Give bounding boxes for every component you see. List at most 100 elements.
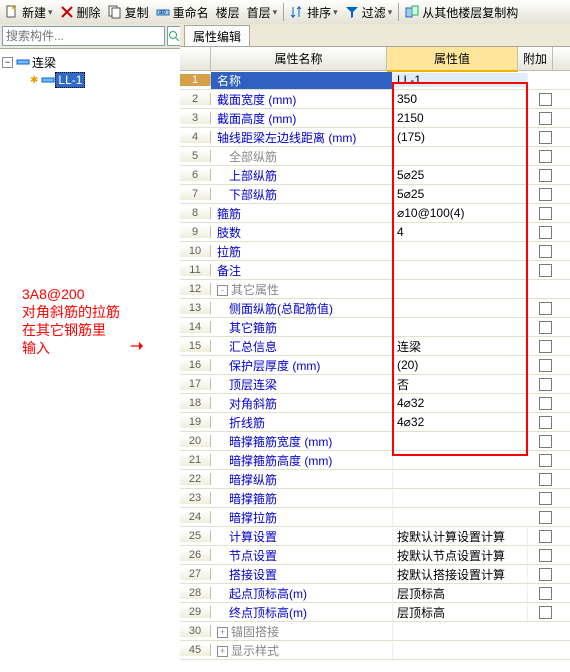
search-input[interactable] (2, 26, 165, 46)
prop-value-cell[interactable]: 5⌀25 (393, 187, 528, 201)
prop-value-cell[interactable]: 4 (393, 225, 528, 239)
prop-value-cell[interactable]: 按默认搭接设置计算 (393, 566, 528, 583)
checkbox[interactable] (539, 131, 552, 144)
checkbox[interactable] (539, 359, 552, 372)
prop-value-cell[interactable]: 4⌀32 (393, 396, 528, 410)
table-row[interactable]: 27搭接设置按默认搭接设置计算 (180, 565, 570, 584)
prop-name-cell[interactable]: 暗撑箍筋宽度 (mm) (211, 433, 393, 450)
checkbox[interactable] (539, 454, 552, 467)
checkbox[interactable] (539, 321, 552, 334)
table-row[interactable]: 8箍筋⌀10@100(4) (180, 204, 570, 223)
table-row[interactable]: 3截面高度 (mm)2150 (180, 109, 570, 128)
checkbox[interactable] (539, 397, 552, 410)
table-row[interactable]: 20暗撑箍筋宽度 (mm) (180, 432, 570, 451)
checkbox[interactable] (539, 530, 552, 543)
prop-name-cell[interactable]: 终点顶标高(m) (211, 604, 393, 621)
table-row[interactable]: 26节点设置按默认节点设置计算 (180, 546, 570, 565)
table-row[interactable]: 14其它箍筋 (180, 318, 570, 337)
floor-select[interactable]: 首层▾ (244, 3, 281, 22)
table-row[interactable]: 6上部纵筋5⌀25 (180, 166, 570, 185)
table-row[interactable]: 11备注 (180, 261, 570, 280)
prop-name-cell[interactable]: 暗撑箍筋 (211, 490, 393, 507)
checkbox[interactable] (539, 112, 552, 125)
prop-name-cell[interactable]: 下部纵筋 (211, 186, 393, 203)
prop-value-cell[interactable]: (175) (393, 130, 528, 144)
checkbox[interactable] (539, 340, 552, 353)
prop-name-cell[interactable]: 肢数 (211, 224, 393, 241)
checkbox[interactable] (539, 226, 552, 239)
table-row[interactable]: 5全部纵筋 (180, 147, 570, 166)
tree-root[interactable]: − 连梁 (2, 53, 178, 71)
prop-value-cell[interactable]: 按默认节点设置计算 (393, 547, 528, 564)
collapse-icon[interactable]: − (2, 57, 13, 68)
prop-name-cell[interactable]: 截面宽度 (mm) (211, 91, 393, 108)
grid-body[interactable]: 1名称LL-12截面宽度 (mm)3503截面高度 (mm)21504轴线距梁左… (180, 71, 570, 660)
prop-value-cell[interactable]: 层顶标高 (393, 585, 528, 602)
prop-name-cell[interactable]: 汇总信息 (211, 338, 393, 355)
prop-name-cell[interactable]: 全部纵筋 (211, 148, 393, 165)
expand-icon[interactable]: + (217, 627, 228, 638)
prop-name-cell[interactable]: 计算设置 (211, 528, 393, 545)
prop-value-cell[interactable]: 按默认计算设置计算 (393, 528, 528, 545)
checkbox[interactable] (539, 93, 552, 106)
table-row[interactable]: 9肢数4 (180, 223, 570, 242)
prop-value-cell[interactable]: ⌀10@100(4) (393, 206, 528, 220)
header-value[interactable]: 属性值 (387, 46, 518, 72)
prop-name-cell[interactable]: 其它箍筋 (211, 319, 393, 336)
tree-item[interactable]: ✱ LL-1 (2, 71, 178, 89)
checkbox[interactable] (539, 549, 552, 562)
table-row[interactable]: 25计算设置按默认计算设置计算 (180, 527, 570, 546)
checkbox[interactable] (539, 568, 552, 581)
prop-name-cell[interactable]: 拉筋 (211, 243, 393, 260)
checkbox[interactable] (539, 207, 552, 220)
prop-name-cell[interactable]: 暗撑拉筋 (211, 509, 393, 526)
checkbox[interactable] (539, 587, 552, 600)
prop-name-cell[interactable]: 名称 (211, 72, 393, 89)
prop-name-cell[interactable]: 轴线距梁左边线距离 (mm) (211, 129, 393, 146)
prop-value-cell[interactable]: 350 (393, 92, 528, 106)
checkbox[interactable] (539, 435, 552, 448)
checkbox[interactable] (539, 378, 552, 391)
table-row[interactable]: 18对角斜筋4⌀32 (180, 394, 570, 413)
table-row[interactable]: 16保护层厚度 (mm)(20) (180, 356, 570, 375)
prop-name-cell[interactable]: +显示样式 (211, 642, 393, 659)
prop-name-cell[interactable]: 暗撑纵筋 (211, 471, 393, 488)
prop-value-cell[interactable]: 5⌀25 (393, 168, 528, 182)
table-row[interactable]: 7下部纵筋5⌀25 (180, 185, 570, 204)
prop-name-cell[interactable]: 搭接设置 (211, 566, 393, 583)
new-button[interactable]: 新建▾ (2, 3, 56, 22)
prop-value-cell[interactable]: 层顶标高 (393, 604, 528, 621)
checkbox[interactable] (539, 188, 552, 201)
checkbox[interactable] (539, 150, 552, 163)
checkbox[interactable] (539, 511, 552, 524)
checkbox[interactable] (539, 606, 552, 619)
table-row[interactable]: 4轴线距梁左边线距离 (mm)(175) (180, 128, 570, 147)
table-row[interactable]: 1名称LL-1 (180, 71, 570, 90)
prop-value-cell[interactable]: 否 (393, 376, 528, 393)
sort-button[interactable]: 排序▾ (287, 3, 341, 22)
expand-icon[interactable]: + (217, 646, 228, 657)
filter-button[interactable]: 过滤▾ (342, 3, 396, 22)
table-row[interactable]: 10拉筋 (180, 242, 570, 261)
copy-from-floor-button[interactable]: 从其他楼层复制构 (402, 3, 521, 22)
table-row[interactable]: 29终点顶标高(m)层顶标高 (180, 603, 570, 622)
prop-name-cell[interactable]: 节点设置 (211, 547, 393, 564)
prop-name-cell[interactable]: 对角斜筋 (211, 395, 393, 412)
checkbox[interactable] (539, 302, 552, 315)
header-attach[interactable]: 附加 (518, 47, 553, 70)
table-row[interactable]: 24暗撑拉筋 (180, 508, 570, 527)
prop-value-cell[interactable]: 4⌀32 (393, 415, 528, 429)
checkbox[interactable] (539, 473, 552, 486)
checkbox[interactable] (539, 264, 552, 277)
table-row[interactable]: 45+显示样式 (180, 641, 570, 660)
prop-value-cell[interactable]: 连梁 (393, 338, 528, 355)
table-row[interactable]: 13侧面纵筋(总配筋值) (180, 299, 570, 318)
prop-value-cell[interactable]: 2150 (393, 111, 528, 125)
tab-properties[interactable]: 属性编辑 (184, 25, 250, 47)
table-row[interactable]: 17顶层连梁否 (180, 375, 570, 394)
collapse-icon[interactable]: - (217, 285, 228, 296)
rename-button[interactable]: ab重命名 (153, 3, 212, 22)
table-row[interactable]: 12-其它属性 (180, 280, 570, 299)
prop-name-cell[interactable]: -其它属性 (211, 281, 393, 298)
prop-name-cell[interactable]: 顶层连梁 (211, 376, 393, 393)
